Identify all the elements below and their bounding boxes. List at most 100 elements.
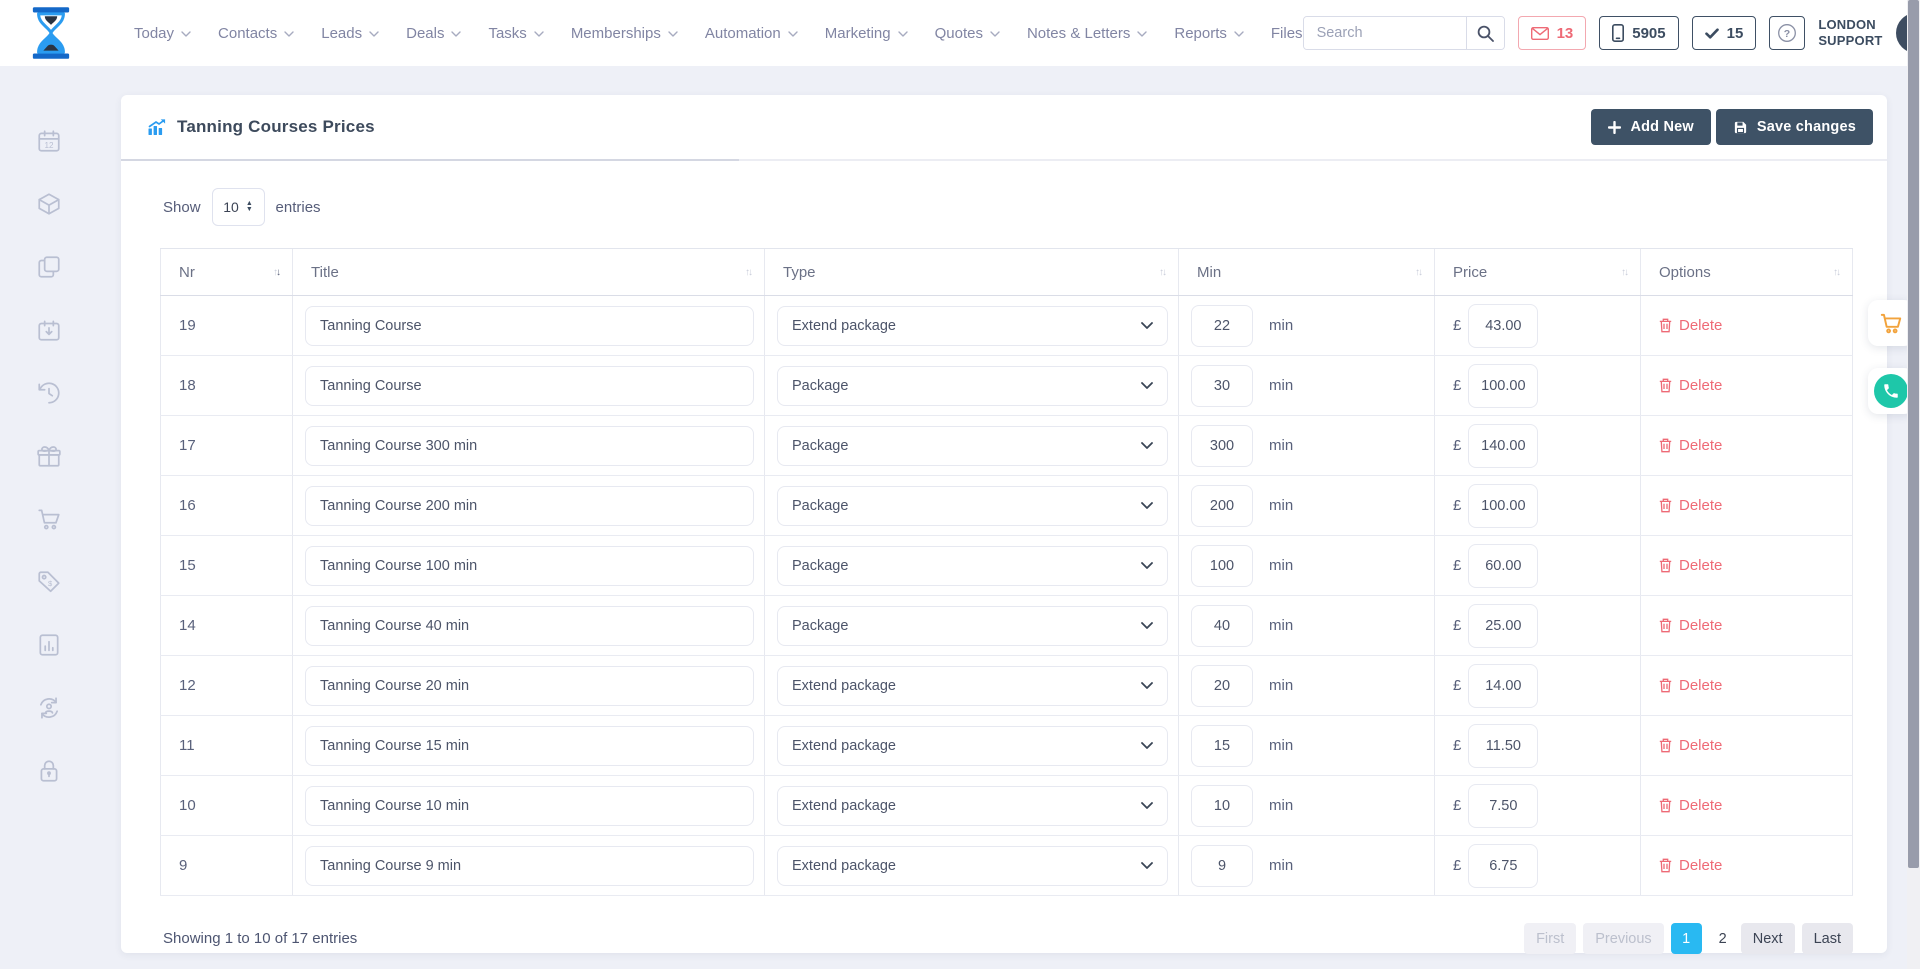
app-logo[interactable] <box>30 7 72 59</box>
type-select[interactable]: Package <box>777 546 1168 586</box>
nav-item-marketing[interactable]: Marketing <box>825 25 908 42</box>
title-input[interactable] <box>305 666 754 706</box>
pagination-page-1-active[interactable]: 1 <box>1671 923 1702 954</box>
nav-item-files[interactable]: Files <box>1271 25 1303 42</box>
price-input[interactable] <box>1468 424 1538 468</box>
pagination-page-2[interactable]: 2 <box>1712 923 1734 954</box>
nav-item-today[interactable]: Today <box>134 25 191 42</box>
column-header-options[interactable]: Options↑↓ <box>1641 249 1853 295</box>
column-header-title[interactable]: Title↑↓ <box>293 249 765 295</box>
sidebar-item-customer-sync-icon[interactable] <box>36 695 62 721</box>
pagination-last-button[interactable]: Last <box>1802 923 1853 954</box>
title-input[interactable] <box>305 546 754 586</box>
sidebar-item-calendar-icon[interactable]: 12 <box>36 128 62 154</box>
delete-button[interactable]: Delete <box>1659 557 1722 574</box>
price-input[interactable] <box>1468 844 1538 888</box>
min-input[interactable] <box>1191 845 1253 887</box>
min-input[interactable] <box>1191 605 1253 647</box>
mail-badge[interactable]: 13 <box>1518 16 1587 50</box>
delete-button[interactable]: Delete <box>1659 617 1722 634</box>
tasks-badge[interactable]: 15 <box>1692 16 1757 50</box>
table-row: 10 Extend package min £ Delete <box>160 776 1853 836</box>
delete-button[interactable]: Delete <box>1659 317 1722 334</box>
column-header-type[interactable]: Type↑↓ <box>765 249 1179 295</box>
sidebar-item-lock-icon[interactable] <box>36 758 62 784</box>
min-input[interactable] <box>1191 785 1253 827</box>
delete-button[interactable]: Delete <box>1659 377 1722 394</box>
price-input[interactable] <box>1468 364 1538 408</box>
title-input[interactable] <box>305 606 754 646</box>
title-input[interactable] <box>305 366 754 406</box>
sidebar-item-history-icon[interactable] <box>36 380 62 406</box>
sidebar-item-cart-icon[interactable] <box>36 506 62 532</box>
nav-item-leads[interactable]: Leads <box>321 25 379 42</box>
price-input[interactable] <box>1468 544 1538 588</box>
delete-button[interactable]: Delete <box>1659 857 1722 874</box>
scrollbar-track[interactable] <box>1907 0 1920 969</box>
delete-button[interactable]: Delete <box>1659 737 1722 754</box>
type-select[interactable]: Package <box>777 606 1168 646</box>
delete-button[interactable]: Delete <box>1659 497 1722 514</box>
phone-badge[interactable]: 5905 <box>1599 16 1678 50</box>
pagination-next-button[interactable]: Next <box>1741 923 1795 954</box>
title-input[interactable] <box>305 486 754 526</box>
min-input[interactable] <box>1191 305 1253 347</box>
title-input[interactable] <box>305 306 754 346</box>
delete-button[interactable]: Delete <box>1659 677 1722 694</box>
nav-item-quotes[interactable]: Quotes <box>935 25 1000 42</box>
type-select[interactable]: Extend package <box>777 726 1168 766</box>
pagination-previous-button[interactable]: Previous <box>1583 923 1663 954</box>
delete-button[interactable]: Delete <box>1659 437 1722 454</box>
search-button[interactable] <box>1466 17 1504 49</box>
save-changes-button[interactable]: Save changes <box>1716 109 1873 145</box>
sidebar-item-report-icon[interactable] <box>36 632 62 658</box>
min-input[interactable] <box>1191 365 1253 407</box>
add-new-button[interactable]: Add New <box>1591 109 1710 145</box>
sidebar-item-price-tag-icon[interactable]: $ <box>36 569 62 595</box>
sidebar-item-copy-icon[interactable] <box>36 254 62 280</box>
search-input[interactable] <box>1304 17 1466 49</box>
pagination-first-button[interactable]: First <box>1524 923 1576 954</box>
type-select[interactable]: Package <box>777 366 1168 406</box>
title-input[interactable] <box>305 726 754 766</box>
price-input[interactable] <box>1468 484 1538 528</box>
help-button[interactable]: ? <box>1769 16 1805 50</box>
min-input[interactable] <box>1191 545 1253 587</box>
nav-item-automation[interactable]: Automation <box>705 25 798 42</box>
column-header-price[interactable]: Price↑↓ <box>1435 249 1641 295</box>
nav-item-reports[interactable]: Reports <box>1174 25 1244 42</box>
sidebar-item-calendar-import-icon[interactable] <box>36 317 62 343</box>
min-input[interactable] <box>1191 485 1253 527</box>
scrollbar-thumb[interactable] <box>1908 0 1919 868</box>
nav-item-contacts[interactable]: Contacts <box>218 25 294 42</box>
type-select[interactable]: Extend package <box>777 306 1168 346</box>
type-select[interactable]: Package <box>777 426 1168 466</box>
min-input[interactable] <box>1191 425 1253 467</box>
price-input[interactable] <box>1468 724 1538 768</box>
column-header-nr[interactable]: Nr↑↓ <box>160 249 293 295</box>
nav-item-memberships[interactable]: Memberships <box>571 25 678 42</box>
page-size-select[interactable]: 10 ▲▼ <box>212 188 265 226</box>
sidebar-item-package-icon[interactable] <box>36 191 62 217</box>
nav-item-notes-letters[interactable]: Notes & Letters <box>1027 25 1147 42</box>
showing-entries-text: Showing 1 to 10 of 17 entries <box>163 930 357 947</box>
price-input[interactable] <box>1468 784 1538 828</box>
title-input[interactable] <box>305 846 754 886</box>
type-select[interactable]: Extend package <box>777 786 1168 826</box>
min-input[interactable] <box>1191 665 1253 707</box>
nav-item-tasks[interactable]: Tasks <box>488 25 543 42</box>
type-select[interactable]: Package <box>777 486 1168 526</box>
price-input[interactable] <box>1468 664 1538 708</box>
title-input[interactable] <box>305 426 754 466</box>
row-title-cell <box>293 656 765 715</box>
delete-button[interactable]: Delete <box>1659 797 1722 814</box>
sidebar-item-gift-icon[interactable] <box>36 443 62 469</box>
nav-item-deals[interactable]: Deals <box>406 25 461 42</box>
title-input[interactable] <box>305 786 754 826</box>
price-input[interactable] <box>1468 304 1538 348</box>
price-input[interactable] <box>1468 604 1538 648</box>
min-input[interactable] <box>1191 725 1253 767</box>
type-select[interactable]: Extend package <box>777 846 1168 886</box>
column-header-min[interactable]: Min↑↓ <box>1179 249 1435 295</box>
type-select[interactable]: Extend package <box>777 666 1168 706</box>
